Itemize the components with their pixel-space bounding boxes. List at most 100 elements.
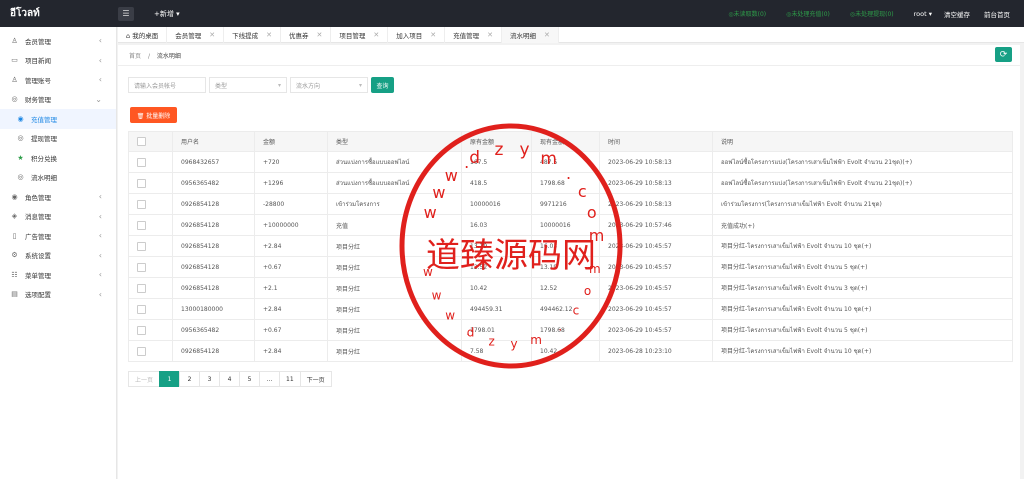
sidebar-item-recharge[interactable]: ◉ 充值管理 [0, 109, 116, 129]
row-checkbox[interactable] [137, 325, 146, 335]
sidebar-item-settings[interactable]: ⚙ 系统设置 ‹ [0, 246, 116, 266]
breadcrumb-home[interactable]: 首页 [129, 53, 141, 60]
row-select-cell[interactable] [128, 277, 173, 299]
select-all-checkbox[interactable] [137, 137, 146, 146]
note-cell: เข้าร่วมโครงการ(โครงการเสาเข็มไฟฟ้า Evol… [712, 193, 1013, 215]
direction-select[interactable]: 流水方向 ▾ [290, 77, 368, 93]
page-button-3[interactable]: 3 [199, 371, 221, 387]
search-button[interactable]: 查询 [371, 77, 394, 93]
table-row: 0956365482 +1296 ส่วนแบ่งการซื้อแบบออฟไลน์… [128, 172, 1013, 194]
select-all-cell[interactable] [128, 131, 173, 152]
breadcrumb-separator: / [147, 53, 150, 60]
username-cell: 13000180000 [172, 298, 255, 320]
close-icon[interactable]: ✕ [487, 31, 493, 39]
type-cell: 项目分红 [327, 319, 462, 341]
close-icon[interactable]: ✕ [316, 31, 322, 39]
row-checkbox[interactable] [137, 304, 146, 314]
time-cell: 2023-06-29 10:57:46 [599, 214, 713, 236]
page-ellipsis: … [259, 371, 281, 387]
row-checkbox[interactable] [137, 262, 146, 272]
note-cell: 项目分红-โครงการเสาเข็มไฟฟ้า Evolt จำนวน 10 … [712, 235, 1013, 257]
new-dropdown-button[interactable]: +新增 ▾ [154, 9, 180, 19]
app-logo[interactable]: อีโวลท์ [0, 0, 117, 27]
menu-icon: ☷ [11, 270, 18, 279]
page-button-5[interactable]: 5 [239, 371, 261, 387]
page-button-2[interactable]: 2 [179, 371, 201, 387]
account-search-input[interactable]: 请输入会员帐号 [128, 77, 206, 93]
close-icon[interactable]: ✕ [373, 31, 379, 39]
list-icon[interactable]: ☰ [118, 6, 134, 21]
sidebar-item-admin[interactable]: ♙ 管理账号 ‹ [0, 70, 116, 90]
tab-0[interactable]: ⌂ 我的桌面 [118, 27, 168, 43]
row-select-cell[interactable] [128, 151, 173, 173]
row-checkbox[interactable] [137, 178, 146, 188]
bulk-delete-button[interactable]: 🗑 批量删除 [130, 107, 177, 123]
stat-unread[interactable]: ◎未读取数(0) [728, 9, 766, 18]
sidebar-item-user[interactable]: ♙ 会员管理 ‹ [0, 31, 116, 51]
type-select[interactable]: 类型 ▾ [209, 77, 287, 93]
tab-3[interactable]: 优惠券 ✕ [281, 27, 332, 43]
tab-1[interactable]: 会员管理 ✕ [167, 27, 225, 43]
row-checkbox[interactable] [137, 283, 146, 293]
close-icon[interactable]: ✕ [544, 31, 550, 39]
sidebar-item-news[interactable]: ▭ 项目新闻 ‹ [0, 51, 116, 71]
sidebar-item-flow[interactable]: ◎ 流水明细 [0, 168, 116, 188]
tab-5[interactable]: 加入项目 ✕ [388, 27, 446, 43]
before-amount-cell: 16.03 [461, 214, 532, 236]
frontend-home-link[interactable]: 前台首页 [984, 9, 1010, 19]
row-select-cell[interactable] [128, 340, 173, 362]
page-button-11[interactable]: 11 [279, 371, 301, 387]
row-select-cell[interactable] [128, 193, 173, 215]
row-checkbox[interactable] [137, 241, 146, 251]
sidebar-item-ad[interactable]: ▯ 广告管理 ‹ [0, 226, 116, 246]
sidebar-item-role[interactable]: ◉ 角色管理 ‹ [0, 187, 116, 207]
sidebar-item-points[interactable]: ★ 积分兑换 [0, 148, 116, 168]
stat-pending-recharge[interactable]: ◎未处理充值(0) [786, 9, 830, 18]
direction-select-label: 流水方向 [296, 82, 321, 90]
sidebar-item-config[interactable]: ▤ 选项配置 ‹ [0, 285, 116, 305]
row-select-cell[interactable] [128, 172, 173, 194]
top-bar: อีโวลท์ ☰ +新增 ▾ ◎未读取数(0) ◎未处理充值(0) ◎未处理提… [0, 0, 1024, 27]
before-amount-cell: 418.5 [461, 172, 532, 194]
close-icon[interactable]: ✕ [266, 31, 272, 39]
close-icon[interactable]: ✕ [430, 31, 436, 39]
refresh-icon[interactable]: ⟳ [995, 47, 1012, 62]
prev-page-button[interactable]: 上一页 [128, 371, 161, 387]
row-select-cell[interactable] [128, 214, 173, 236]
type-cell: 项目分红 [327, 298, 462, 320]
row-checkbox[interactable] [137, 199, 146, 209]
tab-7[interactable]: 流水明细 ✕ [501, 27, 559, 43]
page-button-4[interactable]: 4 [219, 371, 241, 387]
table-row: 0968432657 +720 ส่วนแบ่งการซื้อแบบออฟไลน์ 1… [128, 151, 1013, 173]
username-cell: 0956365482 [172, 319, 255, 341]
row-select-cell[interactable] [128, 256, 173, 278]
row-checkbox[interactable] [137, 157, 146, 167]
tab-6[interactable]: 充值管理 ✕ [445, 27, 502, 43]
sidebar-item-message[interactable]: ◈ 消息管理 ‹ [0, 207, 116, 227]
sidebar-item-menu[interactable]: ☷ 菜单管理 ‹ [0, 265, 116, 285]
sidebar-item-label: 广告管理 [25, 232, 51, 241]
next-page-button[interactable]: 下一页 [299, 371, 332, 387]
type-select-label: 类型 [215, 82, 228, 90]
stat-pending-withdraw[interactable]: ◎未处理提现(0) [850, 9, 894, 18]
tab-4[interactable]: 项目管理 ✕ [331, 27, 389, 43]
clear-cache-link[interactable]: 清空缓存 [944, 9, 970, 19]
tab-2[interactable]: 下线提成 ✕ [224, 27, 281, 43]
tab-label: ⌂ 我的桌面 [126, 32, 159, 40]
row-select-cell[interactable] [128, 319, 173, 341]
tab-label: 优惠券 [288, 32, 309, 40]
tab-label: 加入项目 [396, 32, 423, 40]
row-select-cell[interactable] [128, 235, 173, 257]
sidebar-item-label: 选项配置 [25, 291, 51, 300]
username-cell: 0968432657 [172, 151, 255, 173]
table-row: 0926854128 -28800 เข้าร่วมโครงการ 10000016 9… [128, 193, 1013, 215]
row-checkbox[interactable] [137, 220, 146, 230]
sidebar-item-withdraw[interactable]: ◎ 提现管理 [0, 129, 116, 149]
row-select-cell[interactable] [128, 298, 173, 320]
sidebar-item-finance[interactable]: ◎ 财务管理 ⌄ [0, 90, 116, 110]
close-icon[interactable]: ✕ [209, 31, 215, 39]
column-header: 原有金额 [461, 131, 532, 152]
row-checkbox[interactable] [137, 346, 146, 356]
user-menu[interactable]: root ▾ [914, 10, 932, 18]
page-button-1[interactable]: 1 [159, 371, 181, 387]
